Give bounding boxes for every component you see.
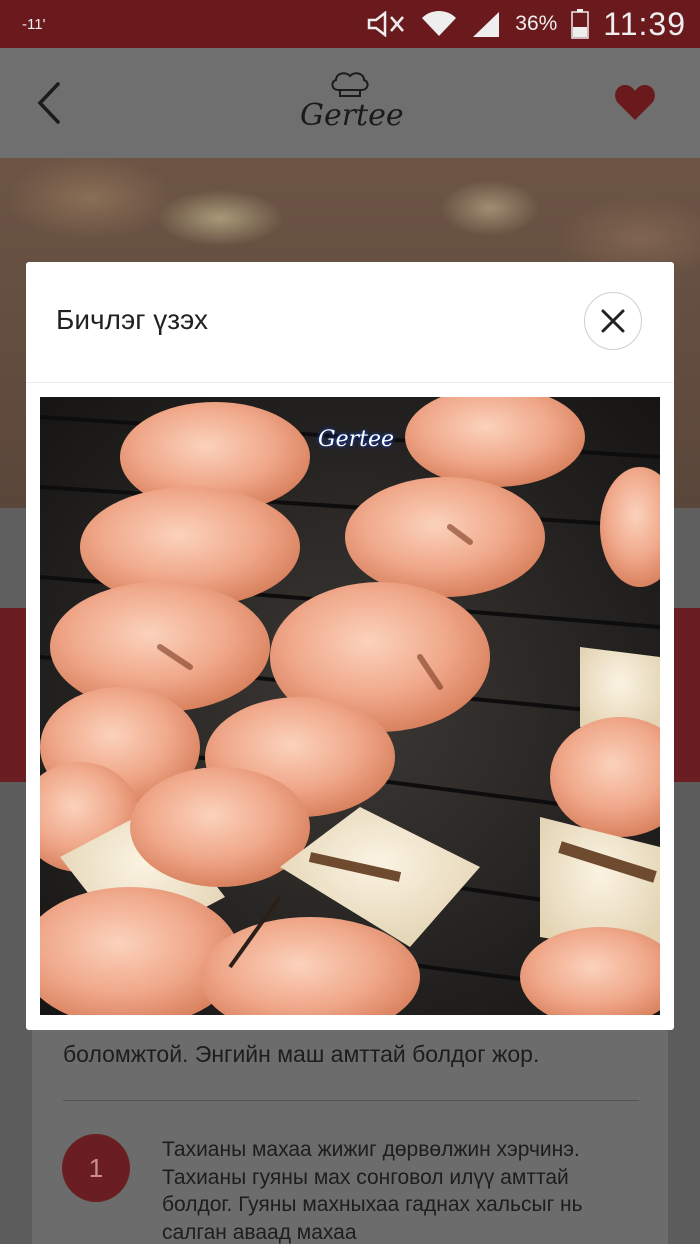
modal-divider: [26, 382, 674, 383]
video-modal: Бичлэг үзэх Gertee: [26, 262, 674, 1030]
mute-icon: [368, 11, 405, 37]
step-number: 1: [62, 1134, 130, 1202]
app-logo: Gertee: [300, 68, 404, 142]
battery-icon: [571, 9, 590, 39]
back-icon[interactable]: [30, 78, 70, 128]
battery-percent: 36%: [515, 12, 558, 35]
heart-icon[interactable]: [614, 82, 656, 122]
recipe-description: боломжтой. Энгийн маш амттай болдог жор.: [63, 1041, 540, 1067]
video-watermark: Gertee: [318, 427, 394, 452]
video-player[interactable]: Gertee: [40, 397, 660, 1015]
close-button[interactable]: [584, 292, 642, 350]
status-bar: -11' 36% 11:39: [0, 0, 700, 48]
signal-icon: [473, 12, 500, 37]
status-icons: 36% 11:39: [365, 0, 686, 48]
divider: [63, 1100, 639, 1101]
step-text: Тахианы махаа жижиг дөрвөлжин хэрчинэ. Т…: [162, 1138, 583, 1244]
app-bar: Gertee: [0, 48, 700, 158]
status-indicator: -11': [22, 16, 46, 33]
wifi-icon: [422, 10, 457, 36]
close-icon: [601, 309, 625, 333]
modal-title: Бичлэг үзэх: [56, 304, 209, 335]
status-time: 11:39: [603, 5, 686, 42]
video-frame: [40, 397, 660, 1015]
logo-text: Gertee: [300, 98, 404, 133]
chef-hat-icon: [331, 72, 369, 97]
